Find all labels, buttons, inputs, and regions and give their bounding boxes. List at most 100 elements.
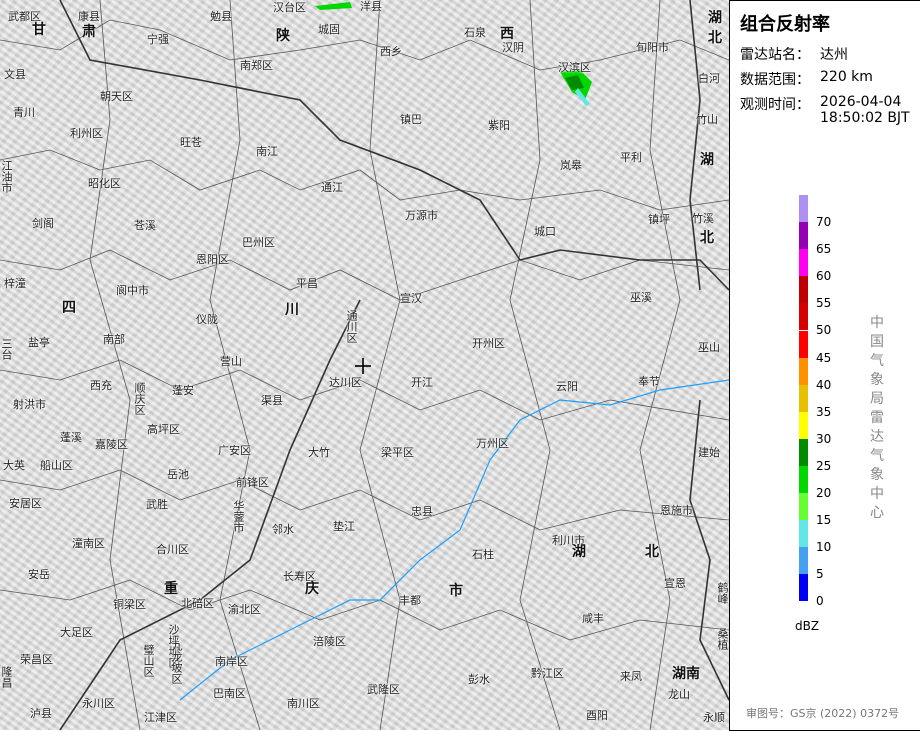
legend-tick: 45: [816, 350, 832, 365]
place-label: 昭化区: [88, 177, 121, 190]
place-label: 荣昌区: [20, 653, 53, 666]
place-label: 达川区: [329, 376, 362, 389]
place-label: 南江: [256, 145, 278, 158]
place-label: 湖南: [672, 666, 700, 682]
legend-swatch: [799, 493, 808, 521]
place-label: 桑植: [716, 628, 729, 650]
place-label: 市: [449, 583, 463, 599]
place-label: 安居区: [9, 497, 42, 510]
place-label: 庆: [305, 581, 319, 597]
place-label: 璧山区: [142, 644, 155, 677]
place-label: 朝天区: [100, 90, 133, 103]
place-label: 奉节: [638, 375, 660, 388]
time-value: 18:50:02 BJT: [820, 110, 910, 126]
range-row: 数据范围： 220 km: [740, 69, 873, 89]
legend-tick: 40: [816, 377, 832, 392]
legend-tick: 20: [816, 486, 832, 500]
place-label: 青川: [13, 106, 35, 119]
place-label: 洋县: [360, 0, 382, 13]
legend-swatch: [799, 249, 808, 277]
county-boundaries: [0, 0, 729, 730]
place-label: 湖: [700, 152, 714, 168]
place-label: 涪陵区: [313, 635, 346, 648]
place-label: 泸县: [30, 707, 52, 720]
place-label: 鹤峰: [716, 582, 729, 604]
place-label: 来凤: [620, 670, 642, 683]
place-label: 蓬溪: [60, 431, 82, 444]
legend-tick: 55: [816, 296, 832, 311]
time-row: 观测时间： 2026-04-04 18:50:02 BJT: [740, 94, 910, 126]
place-label: 忠县: [411, 505, 433, 518]
yangtze-river: [179, 379, 729, 701]
info-panel: 组合反射率 雷达站名： 达州 数据范围： 220 km 观测时间： 2026-04-0…: [729, 0, 920, 731]
place-label: 江油市: [0, 160, 13, 193]
place-label: 苍溪: [134, 219, 156, 232]
place-label: 盐亭: [28, 336, 50, 349]
place-label: 汉台区: [273, 1, 306, 14]
legend-tick: 70: [816, 215, 832, 229]
place-label: 北碚区: [181, 597, 214, 610]
place-label: 旬阳市: [636, 41, 669, 54]
place-label: 万源市: [405, 209, 438, 222]
radar-map[interactable]: 武都区 康县 勉县 汉台区 洋县甘肃宁强陕城固 石泉西汉阴 旬阳市湖北文县 南郑区 西乡 汉滨区白…: [0, 0, 729, 730]
place-label: 大足区: [60, 626, 93, 639]
place-label: 北: [708, 30, 722, 46]
place-label: 西乡: [380, 45, 402, 58]
place-label: 彭水: [468, 673, 490, 686]
legend-swatch: [799, 574, 808, 602]
place-label: 渝北区: [228, 603, 261, 616]
place-label: 安岳: [28, 568, 50, 581]
legend-swatch: [799, 547, 808, 575]
place-label: 建始: [698, 446, 720, 459]
place-label: 大竹: [308, 446, 330, 459]
place-label: 汉阴: [502, 41, 524, 54]
radar-echoes: [315, 2, 592, 106]
map-approval-number: 审图号：GS京 (2022) 0372号: [746, 707, 900, 720]
legend-swatch: [799, 222, 808, 250]
legend-swatch: [799, 438, 808, 466]
place-label: 万州区: [476, 437, 509, 450]
place-label: 潼南区: [72, 537, 105, 550]
legend-swatch: [799, 330, 808, 358]
place-label: 开江: [411, 376, 433, 389]
legend-tick: 5: [816, 567, 824, 582]
place-label: 大英: [3, 459, 25, 472]
radar-crosshair-icon: [355, 358, 371, 374]
legend-swatch: [799, 520, 808, 548]
place-label: 陕: [276, 28, 290, 44]
legend-swatch: [799, 195, 808, 222]
station-label: 雷达站名：: [740, 47, 810, 63]
legend-tick: 35: [816, 404, 832, 419]
place-label: 云阳: [556, 380, 578, 393]
place-label: 利州区: [70, 127, 103, 140]
place-label: 阆中市: [116, 284, 149, 297]
station-value: 达州: [820, 47, 848, 63]
place-label: 西: [500, 26, 514, 42]
product-title: 组合反射率: [740, 14, 830, 35]
place-label: 武胜: [146, 498, 168, 511]
place-label: 永川区: [82, 697, 115, 710]
legend-tick: 0: [816, 594, 824, 609]
map-overlay: [0, 0, 729, 730]
place-label: 紫阳: [488, 119, 510, 132]
legend-swatch: [799, 411, 808, 439]
place-label: 南川区: [287, 697, 320, 710]
place-label: 垫江: [333, 520, 355, 533]
place-label: 广安区: [218, 444, 251, 457]
place-label: 恩施市: [660, 504, 693, 517]
place-label: 船山区: [40, 459, 73, 472]
place-label: 宁强: [147, 33, 169, 46]
place-label: 营山: [220, 355, 242, 368]
place-label: 永顺: [703, 711, 725, 724]
legend-tick: 15: [816, 513, 832, 528]
legend-tick: 60: [816, 269, 832, 284]
place-label: 平昌: [296, 277, 318, 290]
place-label: 岳池: [167, 468, 189, 481]
place-label: 邻水: [272, 523, 294, 536]
place-label: 通川区: [345, 310, 358, 343]
place-label: 射洪市: [13, 398, 46, 411]
legend-swatch: [799, 466, 808, 493]
place-label: 白河: [698, 72, 720, 85]
place-label: 镇巴: [400, 113, 422, 126]
place-label: 石柱: [472, 548, 494, 561]
